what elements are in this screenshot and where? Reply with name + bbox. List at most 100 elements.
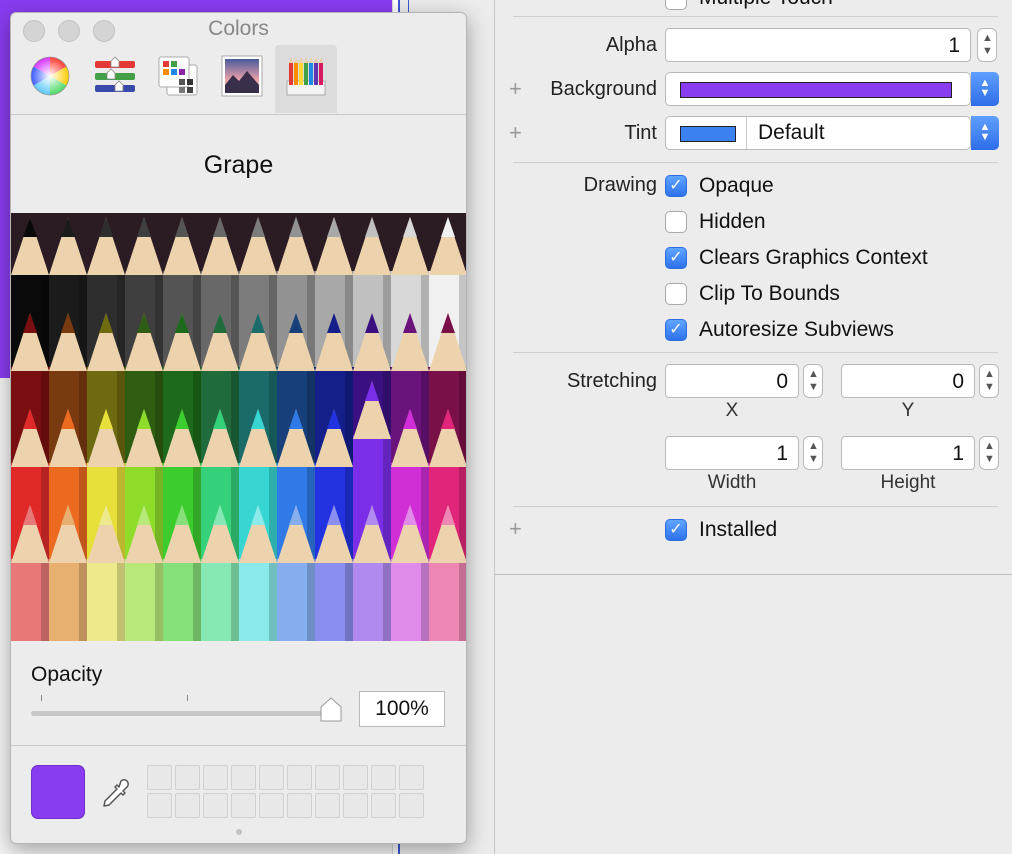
swatch-cell[interactable] — [343, 765, 368, 790]
opaque-checkbox[interactable]: ✓ — [665, 175, 687, 197]
pencil-shade — [117, 559, 125, 641]
attributes-inspector: Multiple Touch Alpha 1 ▲ ▼ + Background … — [494, 0, 1012, 854]
stretching-width-field[interactable]: 1 — [665, 436, 799, 470]
swatch-cell[interactable] — [231, 765, 256, 790]
swatch-cell[interactable] — [371, 765, 396, 790]
pencil-tip — [289, 217, 303, 237]
swatch-cell[interactable] — [287, 793, 312, 818]
installed-label: Installed — [699, 518, 778, 541]
stretching-height-value: 1 — [952, 442, 964, 465]
chevron-up-icon[interactable]: ▲ — [982, 33, 993, 44]
opacity-slider-track[interactable] — [31, 711, 331, 716]
stretching-y-label: Y — [901, 400, 915, 421]
swatch-cell[interactable] — [259, 765, 284, 790]
chevron-up-icon[interactable]: ▲ — [808, 441, 819, 452]
panel-titlebar[interactable]: Colors — [11, 13, 466, 45]
pencil-shade — [345, 559, 353, 641]
swatch-cell[interactable] — [147, 765, 172, 790]
separator — [513, 162, 998, 163]
chevron-up-icon[interactable]: ▲ — [808, 369, 819, 380]
alpha-field[interactable]: 1 — [665, 28, 971, 62]
swatch-cell[interactable] — [371, 793, 396, 818]
pencil-shade — [155, 559, 163, 641]
clears-graphics-context-checkbox[interactable]: ✓ — [665, 247, 687, 269]
autoresize-subviews-checkbox[interactable]: ✓ — [665, 319, 687, 341]
saved-swatches — [147, 765, 424, 818]
alpha-value: 1 — [948, 34, 960, 57]
chevron-down-icon: ▼ — [979, 87, 991, 99]
background-label: Background — [550, 78, 657, 100]
hidden-label: Hidden — [699, 210, 766, 233]
separator — [513, 352, 998, 353]
stretching-height-field[interactable]: 1 — [841, 436, 975, 470]
swatch-cell[interactable] — [315, 765, 340, 790]
swatch-cell[interactable] — [231, 793, 256, 818]
pencil-shade — [41, 559, 49, 641]
chevron-up-icon[interactable]: ▲ — [984, 369, 995, 380]
current-color-well[interactable] — [31, 765, 85, 819]
stretching-x-label: X — [725, 400, 739, 421]
alpha-stepper[interactable]: ▲ ▼ — [977, 28, 997, 62]
background-popup-arrow[interactable]: ▲ ▼ — [971, 72, 999, 106]
swatch-cell[interactable] — [315, 793, 340, 818]
stretching-x-stepper[interactable]: ▲ ▼ — [803, 364, 823, 398]
pencil-shade — [421, 559, 429, 641]
pencil-box[interactable] — [11, 213, 467, 641]
pencil-shade — [459, 559, 466, 641]
stretching-height-label: Height — [880, 472, 936, 493]
stretching-y-stepper[interactable]: ▲ ▼ — [979, 364, 999, 398]
pencil-tip — [23, 217, 37, 237]
add-variation-icon[interactable]: + — [509, 518, 522, 540]
stretching-y-field[interactable]: 0 — [841, 364, 975, 398]
stretching-x-field[interactable]: 0 — [665, 364, 799, 398]
chevron-down-icon[interactable]: ▼ — [808, 454, 819, 465]
swatch-cell[interactable] — [147, 793, 172, 818]
stretching-width-stepper[interactable]: ▲ ▼ — [803, 436, 823, 470]
chevron-down-icon[interactable]: ▼ — [808, 382, 819, 393]
installed-checkbox[interactable]: ✓ — [665, 519, 687, 541]
hidden-checkbox[interactable] — [665, 211, 687, 233]
swatch-cell[interactable] — [203, 793, 228, 818]
stretching-height-stepper[interactable]: ▲ ▼ — [979, 436, 999, 470]
alpha-label: Alpha — [605, 34, 657, 56]
chevron-up-icon[interactable]: ▲ — [984, 441, 995, 452]
stretching-width-label: Width — [707, 472, 757, 493]
pencil-shade — [79, 559, 87, 641]
tint-label: Tint — [624, 122, 657, 144]
swatch-cell[interactable] — [399, 793, 424, 818]
opacity-slider-knob[interactable] — [319, 697, 343, 723]
color-sliders-tab[interactable] — [83, 45, 145, 113]
pencil-shade — [383, 559, 391, 641]
swatch-cell[interactable] — [259, 793, 284, 818]
swatch-cell[interactable] — [175, 765, 200, 790]
drawing-label: Drawing — [583, 174, 657, 196]
swatch-cell[interactable] — [343, 793, 368, 818]
eyedropper-icon[interactable] — [97, 777, 133, 813]
opacity-value-field[interactable]: 100% — [359, 691, 445, 727]
multiple-touch-checkbox[interactable] — [665, 0, 687, 10]
stretching-width-value: 1 — [776, 442, 788, 465]
clip-to-bounds-checkbox[interactable] — [665, 283, 687, 305]
swatch-cell[interactable] — [287, 765, 312, 790]
tint-popup-arrow[interactable]: ▲ ▼ — [971, 116, 999, 150]
background-color-popup[interactable] — [665, 72, 971, 106]
panel-resize-handle[interactable] — [236, 829, 242, 835]
tint-popup[interactable]: Default — [665, 116, 971, 150]
pencils-tab[interactable] — [275, 45, 337, 113]
image-palettes-tab[interactable] — [211, 45, 273, 113]
pencil-tip — [327, 217, 341, 237]
opacity-label: Opacity — [31, 663, 103, 686]
separator — [513, 506, 998, 507]
swatch-cell[interactable] — [203, 765, 228, 790]
chevron-down-icon[interactable]: ▼ — [982, 46, 993, 57]
tint-divider — [746, 117, 747, 149]
chevron-down-icon[interactable]: ▼ — [984, 382, 995, 393]
tint-value: Default — [758, 121, 825, 144]
pencil-tip — [365, 217, 379, 237]
chevron-down-icon[interactable]: ▼ — [984, 454, 995, 465]
color-wheel-tab[interactable] — [19, 45, 81, 113]
swatch-cell[interactable] — [399, 765, 424, 790]
swatch-cell[interactable] — [175, 793, 200, 818]
color-palettes-tab[interactable] — [147, 45, 209, 113]
opacity-tick — [41, 695, 42, 701]
